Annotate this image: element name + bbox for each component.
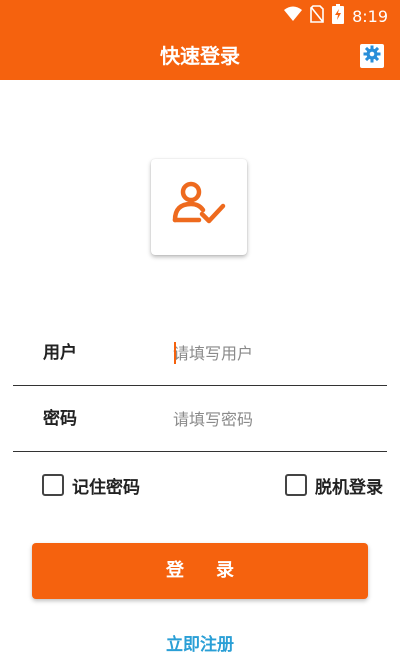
user-check-icon <box>169 180 229 234</box>
remember-password-option[interactable]: 记住密码 <box>42 472 140 498</box>
battery-charging-icon <box>332 4 345 28</box>
status-icons: 8:19 <box>284 4 388 28</box>
page-title: 快速登录 <box>160 44 240 68</box>
register-link[interactable]: 立即注册 <box>0 630 400 655</box>
text-cursor <box>174 342 176 364</box>
username-row: 用户 <box>13 320 387 386</box>
password-label: 密码 <box>43 409 77 429</box>
username-label: 用户 <box>43 343 77 363</box>
status-bar: 8:19 <box>0 0 400 32</box>
no-sim-icon <box>310 5 324 27</box>
login-button[interactable]: 登录 <box>32 543 368 599</box>
remember-password-label: 记住密码 <box>72 477 140 498</box>
logo-card <box>151 159 247 255</box>
offline-login-option[interactable]: 脱机登录 <box>285 472 383 498</box>
offline-login-checkbox[interactable] <box>285 474 307 496</box>
password-input[interactable] <box>173 404 373 434</box>
username-input[interactable] <box>173 338 373 368</box>
wifi-icon <box>284 6 303 26</box>
remember-password-checkbox[interactable] <box>42 474 64 496</box>
app-bar: 快速登录 <box>0 32 400 80</box>
password-row: 密码 <box>13 386 387 452</box>
gear-icon <box>363 45 381 67</box>
offline-login-label: 脱机登录 <box>315 477 383 498</box>
settings-button[interactable] <box>360 44 384 68</box>
status-time: 8:19 <box>352 6 388 26</box>
